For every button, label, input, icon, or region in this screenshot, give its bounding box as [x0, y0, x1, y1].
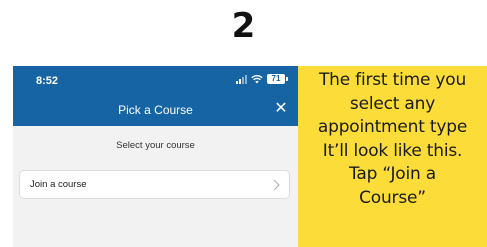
select-course-heading: Select your course	[116, 140, 195, 151]
battery-icon: 71	[267, 74, 285, 84]
callout-line: Tap “Join a	[348, 164, 436, 184]
callout-line: Course”	[359, 187, 426, 208]
join-course-label: Join a course	[30, 179, 87, 190]
app-header: 8:52 71 Pick a Course ✕	[13, 66, 298, 126]
join-course-row[interactable]: Join a course	[19, 170, 290, 199]
callout-line: It’ll look like this.	[322, 140, 463, 161]
chevron-right-icon	[273, 179, 280, 191]
wifi-icon	[251, 74, 263, 84]
callout-line: select any	[349, 93, 436, 114]
tutorial-panel: 2 8:52 71 Pick a Course ✕ Select your co…	[0, 0, 487, 247]
phone-screenshot: 8:52 71 Pick a Course ✕ Select your cour…	[13, 66, 298, 247]
callout-line: The first time you	[318, 70, 467, 90]
battery-tip	[286, 77, 288, 81]
close-button[interactable]: ✕	[272, 100, 290, 118]
instruction-callout: The first time you select any appointmen…	[298, 66, 487, 247]
callout-line: appointment type	[317, 117, 468, 137]
step-number: 2	[231, 6, 256, 46]
status-time: 8:52	[36, 75, 59, 87]
cellular-signal-icon	[236, 74, 247, 84]
page-title: Pick a Course	[118, 103, 193, 117]
status-icons: 71	[236, 74, 288, 84]
